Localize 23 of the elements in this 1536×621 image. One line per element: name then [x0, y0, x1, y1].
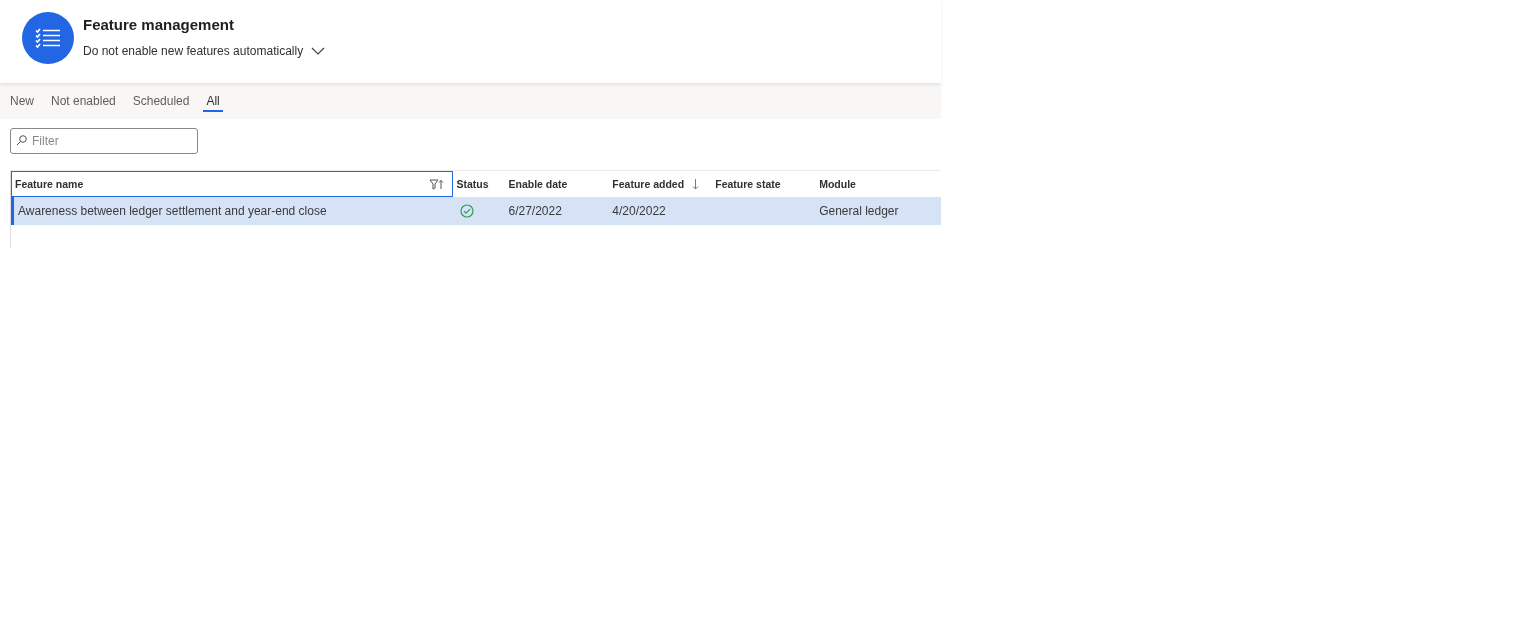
column-header[interactable]: Feature state	[711, 171, 816, 197]
enable-setting-dropdown[interactable]: Do not enable new features automatically	[83, 44, 326, 58]
column-header[interactable]: Status	[452, 171, 505, 197]
table-cell: 4/20/2022	[612, 204, 666, 218]
tab[interactable]: New	[4, 83, 40, 119]
column-header[interactable]: Module	[815, 171, 941, 197]
table-row[interactable]: Awareness between ledger settlement and year-end close 6/27/2022 4/20/2022 General ledger	[11, 197, 941, 225]
table-cell: General ledger	[819, 204, 899, 218]
filter-field[interactable]: Filter	[10, 128, 198, 154]
page-title: Feature management	[83, 16, 235, 33]
tab[interactable]: Not enabled	[45, 83, 122, 119]
tab[interactable]: Scheduled	[126, 83, 196, 119]
tab[interactable]: All	[200, 83, 226, 119]
column-header[interactable]: Enable date	[504, 171, 609, 197]
filter-sort-icon	[428, 178, 444, 190]
chevron-down-icon	[311, 47, 326, 55]
table-cell: 6/27/2022	[508, 204, 562, 218]
column-header[interactable]: Feature added	[608, 171, 712, 197]
column-header[interactable]: Feature name	[11, 171, 453, 197]
table-cell: Awareness between ledger settlement and year-end close	[18, 204, 327, 218]
sort-down-icon	[692, 178, 700, 190]
checklist-icon	[22, 12, 74, 64]
search-icon	[16, 135, 27, 146]
